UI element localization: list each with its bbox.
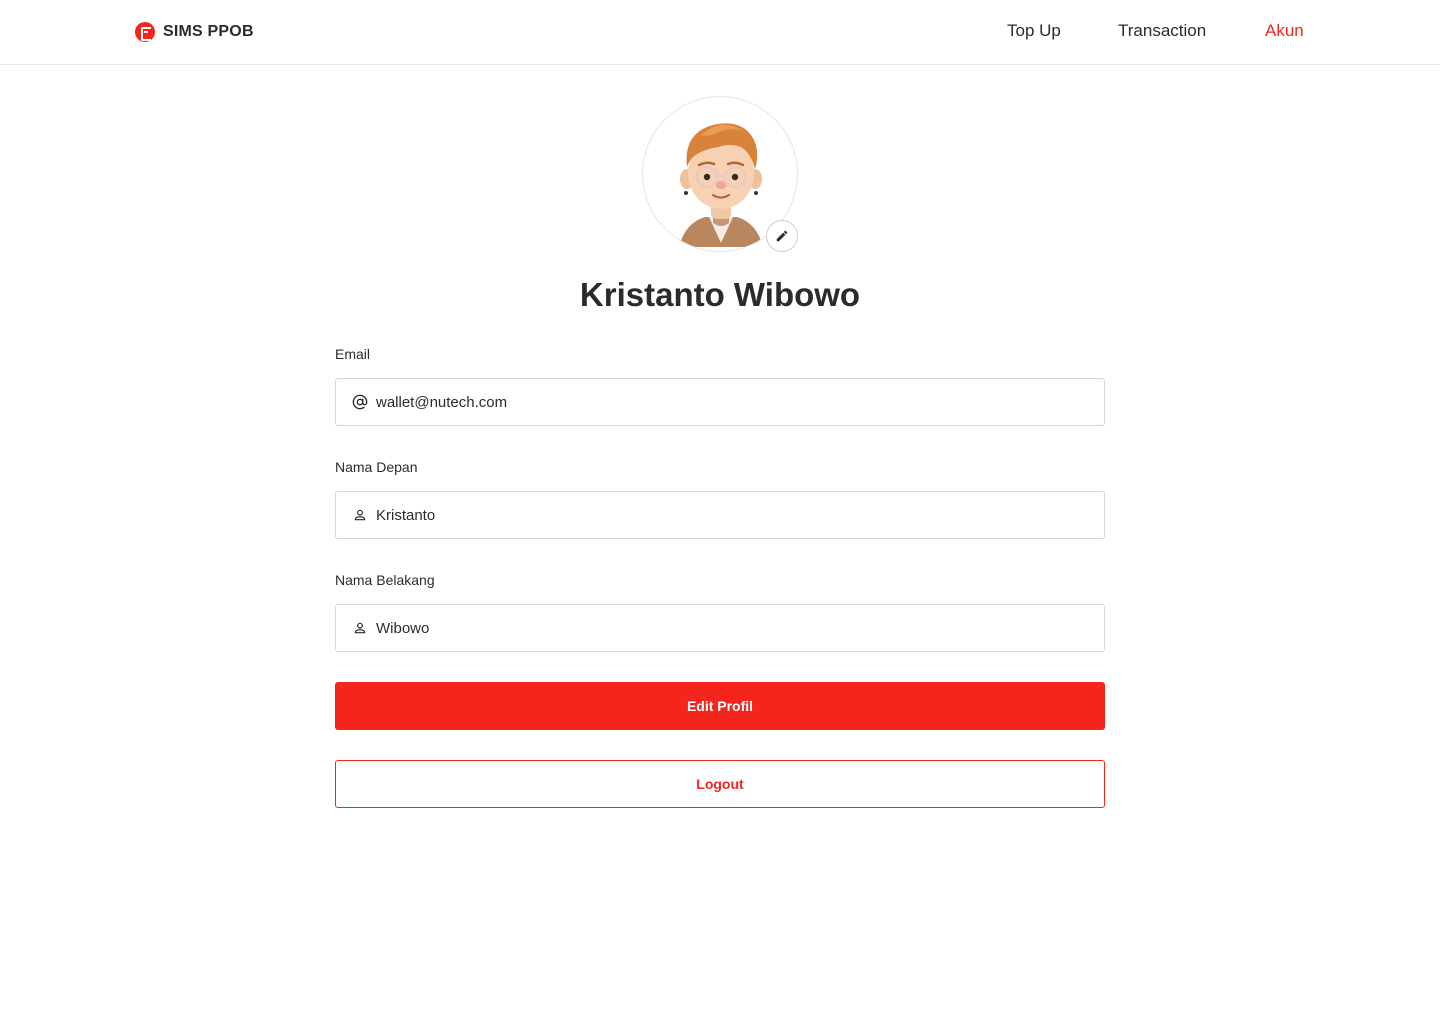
email-input[interactable] — [376, 393, 1076, 411]
edit-profile-button[interactable]: Edit Profil — [335, 682, 1105, 730]
brand-name: SIMS PPOB — [163, 23, 254, 40]
sims-logo-icon — [135, 22, 155, 42]
pencil-icon — [776, 230, 788, 242]
brand[interactable]: SIMS PPOB — [135, 22, 254, 42]
first-name-field[interactable] — [335, 491, 1105, 539]
nav-top-up[interactable]: Top Up — [1007, 21, 1061, 41]
top-navbar: SIMS PPOB Top Up Transaction Akun — [0, 0, 1440, 65]
email-field[interactable] — [335, 378, 1105, 426]
avatar-container — [642, 96, 798, 252]
person-icon — [352, 507, 368, 523]
nav-akun[interactable]: Akun — [1265, 21, 1304, 41]
logout-button[interactable]: Logout — [335, 760, 1105, 808]
edit-avatar-button[interactable] — [766, 220, 798, 252]
last-name-field[interactable] — [335, 604, 1105, 652]
person-icon — [352, 620, 368, 636]
last-name-label: Nama Belakang — [335, 572, 435, 588]
email-label: Email — [335, 346, 371, 362]
first-name-label: Nama Depan — [335, 459, 418, 475]
profile-name: Kristanto Wibowo — [579, 276, 861, 313]
at-icon — [352, 394, 368, 410]
first-name-input[interactable] — [376, 506, 1076, 524]
last-name-input[interactable] — [376, 619, 1076, 637]
nav-transaction[interactable]: Transaction — [1118, 21, 1206, 41]
